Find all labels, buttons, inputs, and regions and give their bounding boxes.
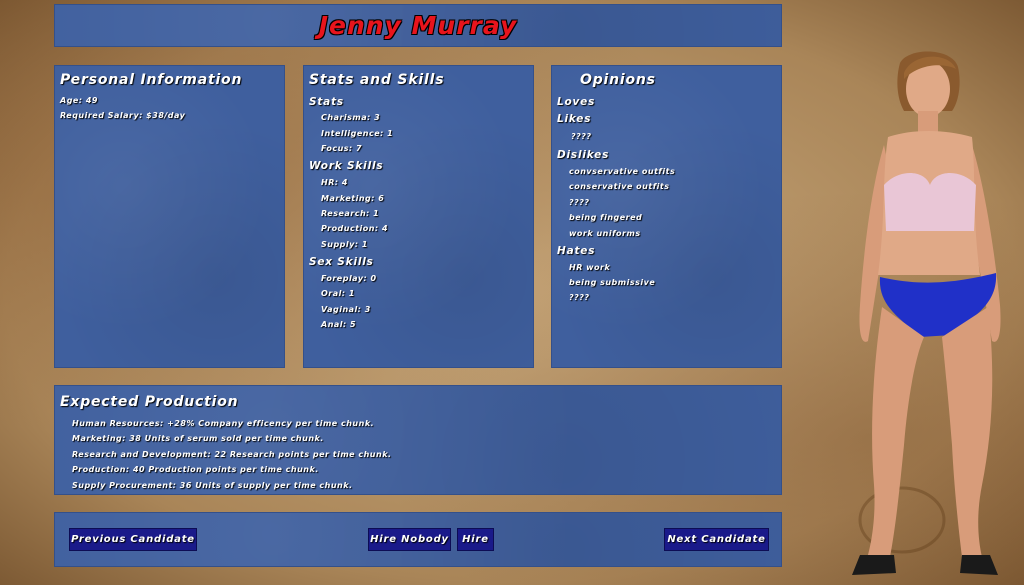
dislikes-item: conservative outfits xyxy=(569,182,670,191)
skill-research: Research: 1 xyxy=(321,209,380,218)
hates-item: being submissive xyxy=(569,278,656,287)
stats-section-label: Stats xyxy=(309,96,344,108)
dislikes-item: ???? xyxy=(569,198,590,207)
action-bar: Previous Candidate Hire Nobody Hire Next… xyxy=(54,512,782,567)
expected-production-title: Expected Production xyxy=(60,394,239,410)
production-line-hr: Human Resources: +28% Company efficency … xyxy=(72,419,375,428)
skill-marketing: Marketing: 6 xyxy=(321,194,385,203)
dislikes-item: convservative outfits xyxy=(569,167,676,176)
hates-label: Hates xyxy=(557,245,596,257)
dislikes-item: work uniforms xyxy=(569,229,641,238)
candidate-portrait xyxy=(852,51,1001,575)
skill-production: Production: 4 xyxy=(321,224,389,233)
opinions-title: Opinions xyxy=(580,72,656,88)
age-text: Age: 49 xyxy=(60,96,98,105)
hates-item: ???? xyxy=(569,293,590,302)
stat-focus: Focus: 7 xyxy=(321,144,363,153)
stats-skills-title: Stats and Skills xyxy=(309,72,445,88)
production-line-marketing: Marketing: 38 Units of serum sold per ti… xyxy=(72,434,324,443)
loves-label: Loves xyxy=(557,96,596,108)
likes-item: ???? xyxy=(571,132,592,141)
skill-foreplay: Foreplay: 0 xyxy=(321,274,377,283)
next-candidate-button[interactable]: Next Candidate xyxy=(664,528,769,551)
expected-production-panel: Expected Production Human Resources: +28… xyxy=(54,385,782,495)
personal-information-panel: Personal Information Age: 49 Required Sa… xyxy=(54,65,285,368)
production-line-research: Research and Development: 22 Research po… xyxy=(72,450,392,459)
previous-candidate-button[interactable]: Previous Candidate xyxy=(69,528,197,551)
work-skills-label: Work Skills xyxy=(309,160,384,172)
opinions-panel: Opinions Loves Likes ???? Dislikes convs… xyxy=(551,65,782,368)
stat-charisma: Charisma: 3 xyxy=(321,113,381,122)
skill-vaginal: Vaginal: 3 xyxy=(321,305,371,314)
candidate-name: Jenny Murray xyxy=(318,11,518,40)
skill-hr: HR: 4 xyxy=(321,178,348,187)
salary-text: Required Salary: $38/day xyxy=(60,111,186,120)
title-panel: Jenny Murray xyxy=(54,4,782,47)
production-line-production: Production: 40 Production points per tim… xyxy=(72,465,319,474)
hire-button[interactable]: Hire xyxy=(457,528,494,551)
skill-oral: Oral: 1 xyxy=(321,289,355,298)
skill-anal: Anal: 5 xyxy=(321,320,357,329)
dislikes-item: being fingered xyxy=(569,213,643,222)
sex-skills-label: Sex Skills xyxy=(309,256,374,268)
stat-intelligence: Intelligence: 1 xyxy=(321,129,394,138)
dislikes-label: Dislikes xyxy=(557,149,610,161)
stats-skills-panel: Stats and Skills Stats Charisma: 3 Intel… xyxy=(303,65,534,368)
skill-supply: Supply: 1 xyxy=(321,240,368,249)
production-line-supply: Supply Procurement: 36 Units of supply p… xyxy=(72,481,353,490)
hates-item: HR work xyxy=(569,263,611,272)
hire-nobody-button[interactable]: Hire Nobody xyxy=(368,528,451,551)
likes-label: Likes xyxy=(557,113,592,125)
personal-information-title: Personal Information xyxy=(60,72,243,88)
